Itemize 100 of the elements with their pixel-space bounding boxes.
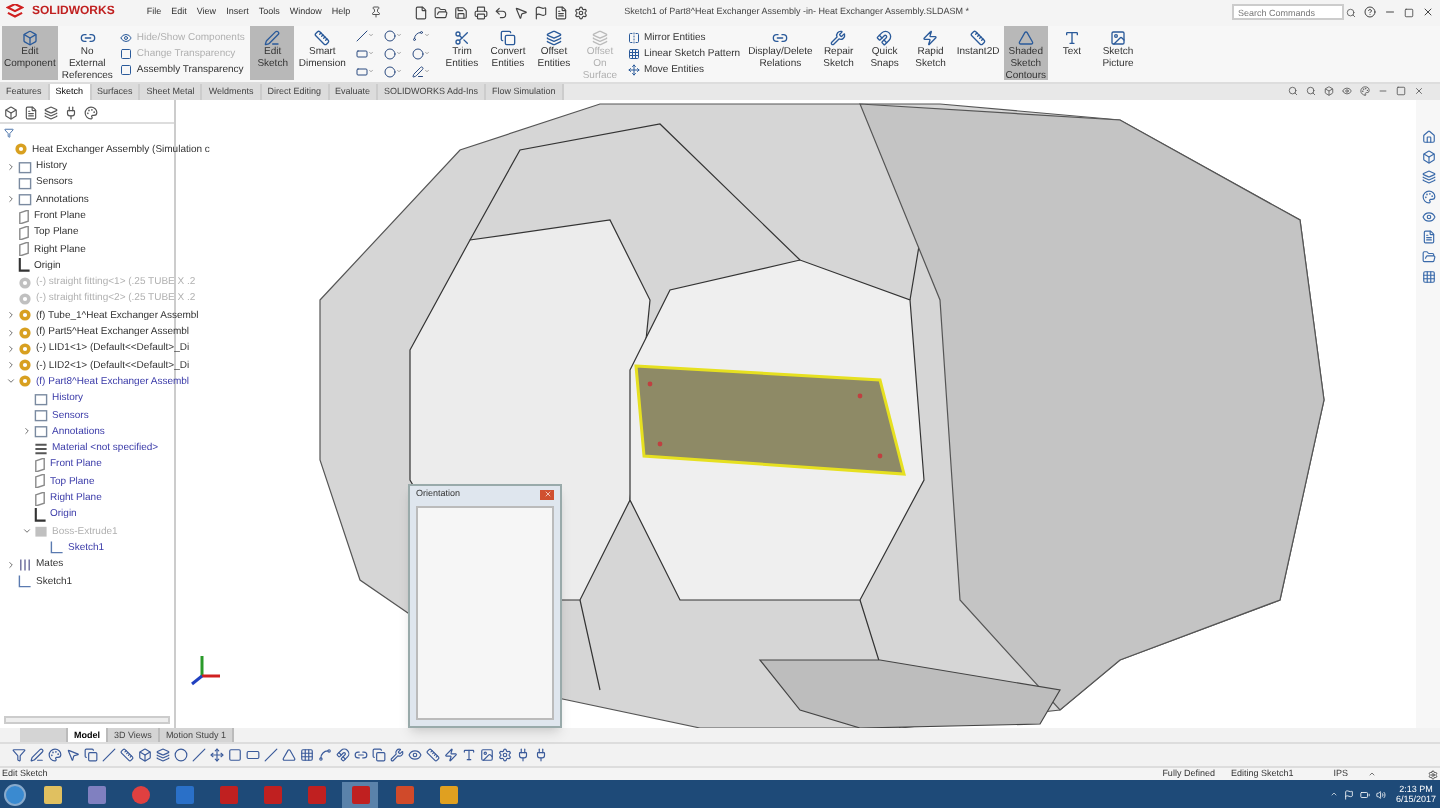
grid-icon[interactable] [1421,269,1435,284]
settings-icon[interactable] [574,5,589,20]
scissors-icon [453,29,470,46]
link-icon [79,29,96,46]
link-icon [772,29,789,46]
search-icon [1346,7,1356,18]
settings-icon[interactable] [1428,769,1438,780]
open-folder-icon[interactable] [434,5,449,20]
copy-icon[interactable] [84,748,98,763]
ruler-icon[interactable] [120,748,134,763]
file-properties-icon[interactable] [554,5,569,20]
app-icon [351,785,369,804]
triangle-icon[interactable] [282,748,296,763]
filter-icon[interactable] [4,127,14,138]
picture-icon[interactable] [480,748,494,763]
zoom-icon[interactable] [1288,86,1298,97]
wrench-icon[interactable] [390,748,404,763]
volume-icon[interactable] [1375,789,1386,800]
dimxpert-tab-icon[interactable] [64,105,78,120]
configuration-tab-icon[interactable] [44,105,58,120]
move-icon[interactable] [210,748,224,763]
lightning-icon [922,29,939,46]
pointer-icon[interactable] [514,5,529,20]
material-icon [34,441,48,456]
axis-triad-icon [188,651,224,688]
cube-icon[interactable] [138,748,152,763]
picture-icon [1110,29,1126,46]
pen-icon[interactable] [30,748,44,763]
home-icon[interactable] [1421,129,1435,144]
pointer-icon[interactable] [66,748,80,763]
display-tab-icon[interactable] [84,105,98,120]
property-manager-tab-icon[interactable] [24,105,38,120]
close-icon[interactable] [1422,6,1434,19]
line-icon[interactable] [102,748,116,763]
zoom-area-icon[interactable] [1306,86,1316,97]
eye-icon [120,31,133,44]
circle-icon[interactable] [174,748,188,763]
extrude-icon [34,524,48,539]
magnet-icon[interactable] [336,748,350,763]
grid-icon[interactable] [300,748,314,763]
restore-icon[interactable] [1396,86,1406,97]
close-button[interactable] [540,489,554,500]
line-icon[interactable] [264,748,278,763]
spline-icon[interactable] [318,748,332,763]
document-icon[interactable] [1421,229,1435,244]
component-icon [21,29,38,46]
line-icon[interactable] [192,748,206,763]
cube-icon[interactable] [1421,149,1435,164]
copy-icon[interactable] [372,748,386,763]
magnet-icon [876,29,893,46]
square-icon[interactable] [228,748,242,763]
new-file-icon[interactable] [414,5,429,20]
app-icon [175,785,193,804]
app-icon [43,785,61,804]
sketch-icon [264,29,281,46]
letter-icon [1064,29,1080,46]
sketch-icon [18,574,32,589]
move-icon [627,63,640,76]
flag-icon[interactable] [1343,789,1354,800]
rectangle-icon[interactable] [246,748,260,763]
horizontal-scrollbar[interactable] [4,715,170,724]
undo-icon[interactable] [494,5,509,20]
pin-icon[interactable] [370,6,383,19]
copy-icon [499,29,516,46]
app-icon [131,785,149,804]
square-icon [120,63,133,76]
ruler-icon[interactable] [426,748,440,763]
link-icon[interactable] [354,748,368,763]
square-icon [120,47,133,60]
wrench-icon [830,29,847,46]
eye-icon[interactable] [408,748,422,763]
help-icon[interactable] [1364,6,1376,19]
layers-icon [545,29,562,46]
display-style-icon[interactable] [1342,86,1352,97]
plug-icon[interactable] [534,748,548,763]
appearance-icon[interactable] [1421,189,1435,204]
plug-icon[interactable] [516,748,530,763]
feature-manager-tab-icon[interactable] [4,105,18,120]
grid-icon [627,47,640,60]
view-cube-icon[interactable] [1324,86,1334,97]
folder-icon[interactable] [1421,249,1435,264]
save-icon[interactable] [454,5,469,20]
layers-icon[interactable] [1421,169,1435,184]
origin-icon [18,258,30,273]
sketch-icon [50,540,64,555]
app-icon [395,785,413,804]
view-icon[interactable] [1421,209,1435,224]
start-button[interactable] [4,783,26,806]
dimension-icon [314,29,331,46]
palette-icon[interactable] [48,748,62,763]
app-icon [219,785,237,804]
app-icon [263,785,281,804]
filter-icon[interactable] [12,748,26,763]
maximize-icon[interactable] [1404,7,1414,18]
appearance-icon[interactable] [1360,86,1370,97]
lightning-icon[interactable] [444,748,458,763]
layers-icon[interactable] [156,748,170,763]
battery-icon[interactable] [1359,789,1370,800]
print-icon[interactable] [474,5,489,20]
letter-icon[interactable] [462,748,476,763]
